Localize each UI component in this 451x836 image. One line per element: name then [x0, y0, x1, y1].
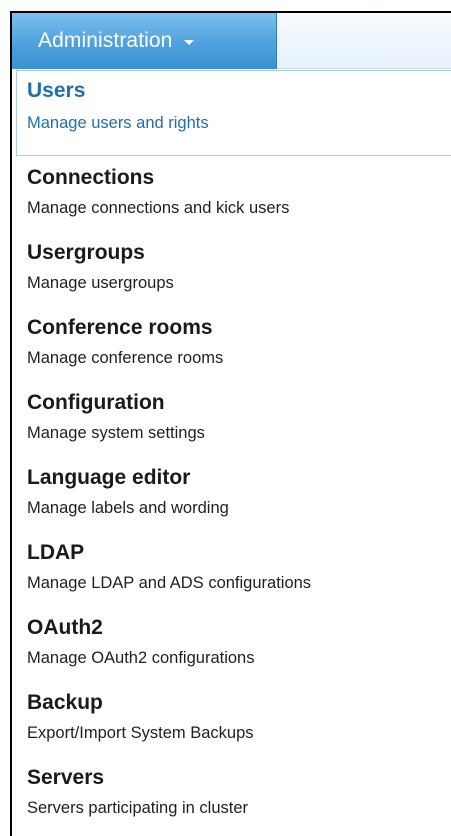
- menu-item-title: Servers: [27, 766, 105, 789]
- menu-item-description: Manage connections and kick users: [27, 199, 290, 217]
- admin-menu-list: Users Manage users and rights Connection…: [12, 70, 451, 831]
- menu-item-description: Manage usergroups: [27, 274, 174, 292]
- menu-item-title: Connections: [27, 166, 155, 189]
- menu-item-description: Manage OAuth2 configurations: [27, 649, 255, 667]
- menu-item-language-editor[interactable]: Language editor Manage labels and wordin…: [12, 456, 451, 531]
- menu-item-title: Configuration: [27, 391, 165, 414]
- admin-dropdown-panel: Administration Users Manage users and ri…: [10, 11, 451, 836]
- menu-item-title: Users: [27, 79, 86, 102]
- menu-item-title: Backup: [27, 691, 103, 714]
- menu-bar: Administration: [12, 13, 451, 69]
- menu-item-title: LDAP: [27, 541, 85, 564]
- menu-item-servers[interactable]: Servers Servers participating in cluster: [12, 756, 451, 831]
- menu-item-description: Manage users and rights: [27, 114, 209, 132]
- menu-item-ldap[interactable]: LDAP Manage LDAP and ADS configurations: [12, 531, 451, 606]
- menu-item-title: OAuth2: [27, 616, 103, 639]
- menu-item-connections[interactable]: Connections Manage connections and kick …: [12, 156, 451, 231]
- menu-item-description: Manage LDAP and ADS configurations: [27, 574, 312, 592]
- menu-item-oauth2[interactable]: OAuth2 Manage OAuth2 configurations: [12, 606, 451, 681]
- menu-item-usergroups[interactable]: Usergroups Manage usergroups: [12, 231, 451, 306]
- menu-item-title: Usergroups: [27, 241, 145, 264]
- menu-item-description: Manage conference rooms: [27, 349, 224, 367]
- administration-menu-button[interactable]: Administration: [12, 13, 277, 69]
- administration-menu-label: Administration: [38, 29, 173, 52]
- menu-item-description: Manage system settings: [27, 424, 205, 442]
- menu-item-description: Export/Import System Backups: [27, 724, 254, 742]
- menu-item-backup[interactable]: Backup Export/Import System Backups: [12, 681, 451, 756]
- menu-item-conference-rooms[interactable]: Conference rooms Manage conference rooms: [12, 306, 451, 381]
- caret-down-icon: [184, 39, 195, 45]
- menu-item-users[interactable]: Users Manage users and rights: [16, 70, 451, 156]
- menu-item-configuration[interactable]: Configuration Manage system settings: [12, 381, 451, 456]
- menu-item-title: Language editor: [27, 466, 191, 489]
- menu-item-description: Servers participating in cluster: [27, 799, 249, 817]
- menu-item-description: Manage labels and wording: [27, 499, 229, 517]
- menu-item-title: Conference rooms: [27, 316, 213, 339]
